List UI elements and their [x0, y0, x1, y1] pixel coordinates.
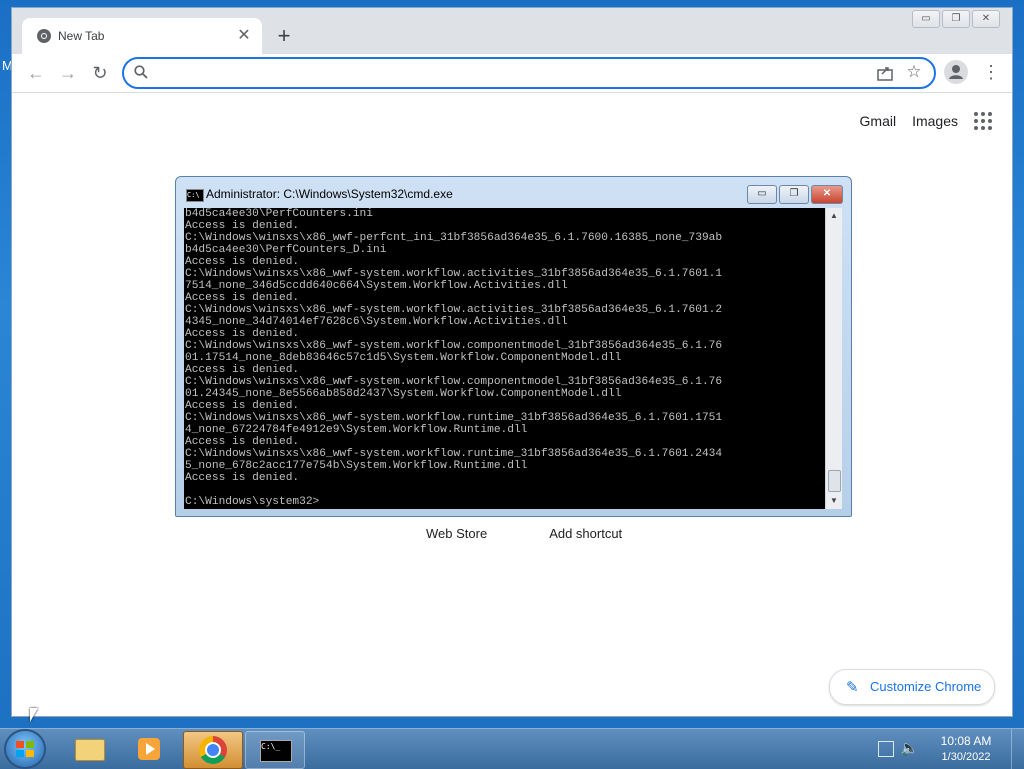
cmd-icon: C:\: [186, 189, 204, 202]
shortcuts-row: Web Store Add shortcut: [426, 526, 622, 541]
profile-avatar-button[interactable]: [944, 60, 968, 84]
search-icon: [134, 65, 148, 79]
cmd-output: b4d5ca4ee30\PerfCounters.ini Access is d…: [185, 208, 723, 508]
customize-chrome-label: Customize Chrome: [870, 679, 982, 694]
scroll-down-arrow[interactable]: ▼: [828, 495, 840, 507]
scroll-up-arrow[interactable]: ▲: [828, 210, 840, 222]
forward-button[interactable]: →: [56, 61, 80, 85]
reload-button[interactable]: ↻: [88, 61, 112, 85]
mouse-cursor: [30, 708, 38, 722]
new-tab-button[interactable]: +: [272, 24, 296, 48]
chrome-icon: [37, 29, 51, 43]
window-controls: ▭ ❐ ✕: [912, 10, 1000, 28]
cmd-console[interactable]: b4d5ca4ee30\PerfCounters.ini Access is d…: [184, 208, 825, 509]
cmd-window[interactable]: C:\ Administrator: C:\Windows\System32\c…: [175, 176, 852, 517]
start-button[interactable]: [6, 731, 44, 767]
address-bar[interactable]: ☆: [122, 57, 936, 89]
windows-logo-icon: [16, 741, 34, 757]
cmd-icon: C:\_: [260, 740, 292, 762]
omnibox-input[interactable]: [156, 61, 860, 85]
google-apps-icon[interactable]: [974, 112, 992, 130]
shortcut-web-store[interactable]: Web Store: [426, 526, 487, 541]
tab-new-tab[interactable]: New Tab ✕: [22, 18, 262, 54]
scroll-thumb[interactable]: [828, 470, 841, 492]
clock-date[interactable]: 1/30/2022: [926, 751, 1006, 763]
shortcut-add[interactable]: Add shortcut: [549, 526, 622, 541]
customize-chrome-button[interactable]: ✎ Customize Chrome: [829, 669, 995, 705]
minimize-button[interactable]: ▭: [912, 10, 940, 28]
taskbar-cmd[interactable]: C:\_: [245, 731, 305, 769]
volume-icon[interactable]: 🔈: [900, 739, 919, 757]
person-icon: [949, 65, 963, 79]
gmail-link[interactable]: Gmail: [860, 113, 897, 129]
chrome-menu-button[interactable]: ⋮: [982, 60, 1000, 84]
show-desktop-button[interactable]: [1011, 729, 1024, 769]
top-links: Gmail Images: [860, 112, 992, 130]
cmd-scrollbar[interactable]: ▲ ▼: [825, 208, 842, 509]
clock-time[interactable]: 10:08 AM: [926, 734, 1006, 748]
tab-title: New Tab: [58, 29, 105, 43]
browser-toolbar: ← → ↻ ☆: [12, 54, 1012, 93]
chrome-icon: [199, 736, 227, 764]
cmd-minimize-button[interactable]: ▭: [747, 185, 777, 204]
folder-icon: [75, 739, 105, 761]
cmd-maximize-button[interactable]: ❐: [779, 185, 809, 204]
taskbar-explorer[interactable]: [60, 731, 118, 767]
network-icon[interactable]: [878, 741, 894, 757]
taskbar-media-player[interactable]: [120, 731, 178, 767]
images-link[interactable]: Images: [912, 113, 958, 129]
taskbar: C:\_ 🔈 10:08 AM 1/30/2022: [0, 728, 1024, 769]
bookmark-star-icon[interactable]: ☆: [904, 62, 924, 82]
tab-strip: New Tab ✕ + ▭ ❐ ✕: [12, 8, 1012, 54]
maximize-button[interactable]: ❐: [942, 10, 970, 28]
media-player-icon: [138, 738, 160, 760]
share-icon[interactable]: [876, 64, 894, 82]
close-icon[interactable]: ✕: [234, 26, 254, 46]
back-button[interactable]: ←: [24, 61, 48, 85]
pencil-icon: ✎: [846, 679, 859, 696]
cmd-close-button[interactable]: ✕: [811, 185, 843, 204]
close-window-button[interactable]: ✕: [972, 10, 1000, 28]
cmd-window-title: Administrator: C:\Windows\System32\cmd.e…: [206, 187, 453, 201]
cmd-window-controls: ▭ ❐ ✕: [747, 185, 843, 204]
system-tray: 🔈 10:08 AM 1/30/2022: [872, 729, 1012, 769]
taskbar-chrome[interactable]: [183, 731, 243, 769]
